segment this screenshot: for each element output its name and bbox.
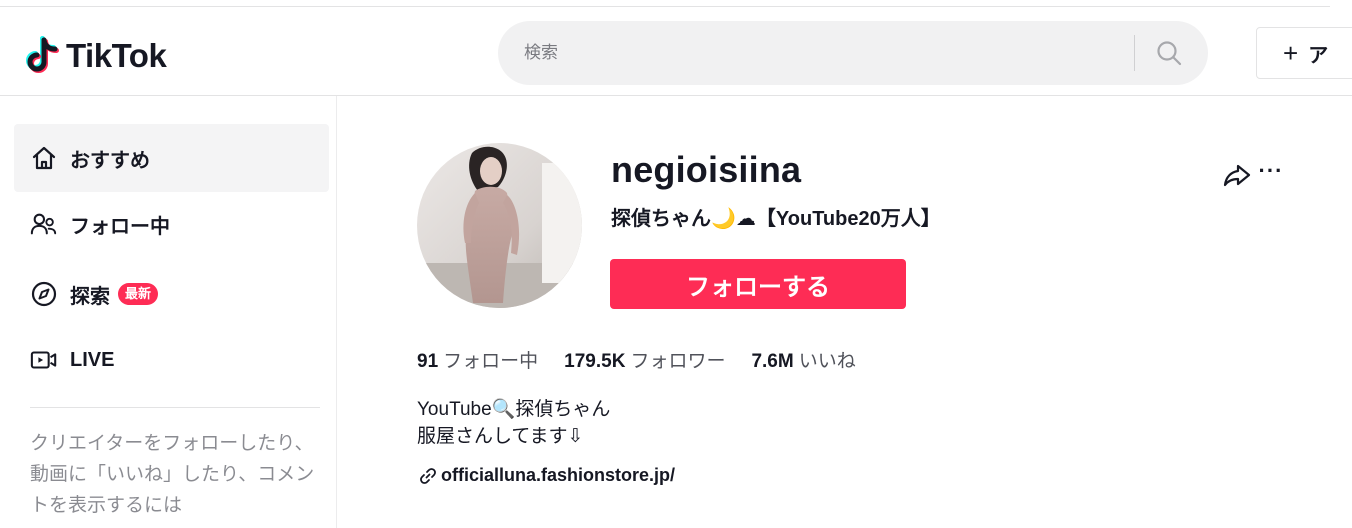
stat-label: フォロワー bbox=[630, 351, 726, 372]
link-text: officialluna.fashionstore.jp/ bbox=[441, 465, 676, 485]
profile-stats: 91 フォロー中 179.5K フォロワー 7.6M いいね bbox=[417, 346, 882, 373]
profile-bio: YouTube🔍探偵ちゃん 服屋さんしてます⇩ bbox=[417, 396, 610, 450]
sidebar-item-label: 探索 bbox=[70, 285, 110, 308]
search-bar[interactable] bbox=[498, 21, 1208, 85]
sidebar-item-label: おすすめ bbox=[70, 149, 150, 172]
follow-button[interactable]: フォローする bbox=[610, 259, 906, 309]
sidebar-item-label: LIVE bbox=[70, 348, 115, 371]
stat-label: いいね bbox=[798, 351, 856, 372]
share-icon[interactable] bbox=[1222, 160, 1252, 190]
login-prompt-text: クリエイターをフォローしたり、動画に「いいね」したり、コメントを表示するには bbox=[30, 433, 315, 516]
following-icon bbox=[30, 210, 58, 238]
search-input[interactable] bbox=[522, 33, 1122, 73]
followers-count[interactable]: 179.5K フォロワー bbox=[564, 346, 725, 373]
sidebar-item-live[interactable]: LIVE bbox=[14, 326, 329, 394]
profile-avatar[interactable] bbox=[417, 143, 582, 308]
sidebar-divider bbox=[30, 407, 320, 408]
search-button[interactable] bbox=[1146, 33, 1192, 73]
stat-value: 179.5K bbox=[564, 351, 626, 372]
bio-line: 服屋さんしてます⇩ bbox=[417, 426, 584, 447]
sidebar-item-following[interactable]: フォロー中 bbox=[14, 190, 329, 258]
sidebar-item-explore[interactable]: 探索 最新 bbox=[14, 260, 329, 328]
upload-label: ア bbox=[1308, 44, 1329, 67]
plus-icon: + bbox=[1283, 37, 1299, 68]
bio-line: YouTube🔍探偵ちゃん bbox=[417, 399, 611, 420]
stat-value: 91 bbox=[417, 351, 439, 372]
link-icon bbox=[419, 467, 437, 485]
sidebar-item-label: フォロー中 bbox=[70, 215, 170, 238]
tiktok-logo-icon bbox=[22, 34, 62, 78]
more-options-icon[interactable]: ··· bbox=[1254, 158, 1288, 188]
sidebar-item-for-you[interactable]: おすすめ bbox=[14, 124, 329, 192]
stat-value: 7.6M bbox=[751, 351, 794, 372]
logo-text: TikTok bbox=[66, 37, 167, 74]
new-badge: 最新 bbox=[118, 283, 159, 305]
search-icon bbox=[1157, 41, 1182, 66]
profile-username: negioisiina bbox=[611, 149, 802, 190]
compass-icon bbox=[30, 280, 58, 308]
upload-button[interactable]: + ア bbox=[1256, 27, 1352, 79]
sidebar: おすすめ フォロー中 探索 最新 LIVE クリエイターをフォローしたり、動画に… bbox=[0, 96, 337, 528]
stat-label: フォロー中 bbox=[443, 351, 539, 372]
likes-count: 7.6M いいね bbox=[751, 346, 855, 373]
tiktok-logo[interactable]: TikTok bbox=[22, 33, 167, 79]
live-icon bbox=[30, 346, 58, 374]
following-count[interactable]: 91 フォロー中 bbox=[417, 346, 538, 373]
profile-nickname: 探偵ちゃん🌙☁【YouTube20万人】 bbox=[611, 208, 941, 230]
search-divider bbox=[1134, 35, 1135, 71]
profile-link[interactable]: officialluna.fashionstore.jp/ bbox=[419, 465, 675, 486]
top-header: TikTok + ア bbox=[0, 7, 1352, 96]
home-icon bbox=[30, 144, 58, 172]
